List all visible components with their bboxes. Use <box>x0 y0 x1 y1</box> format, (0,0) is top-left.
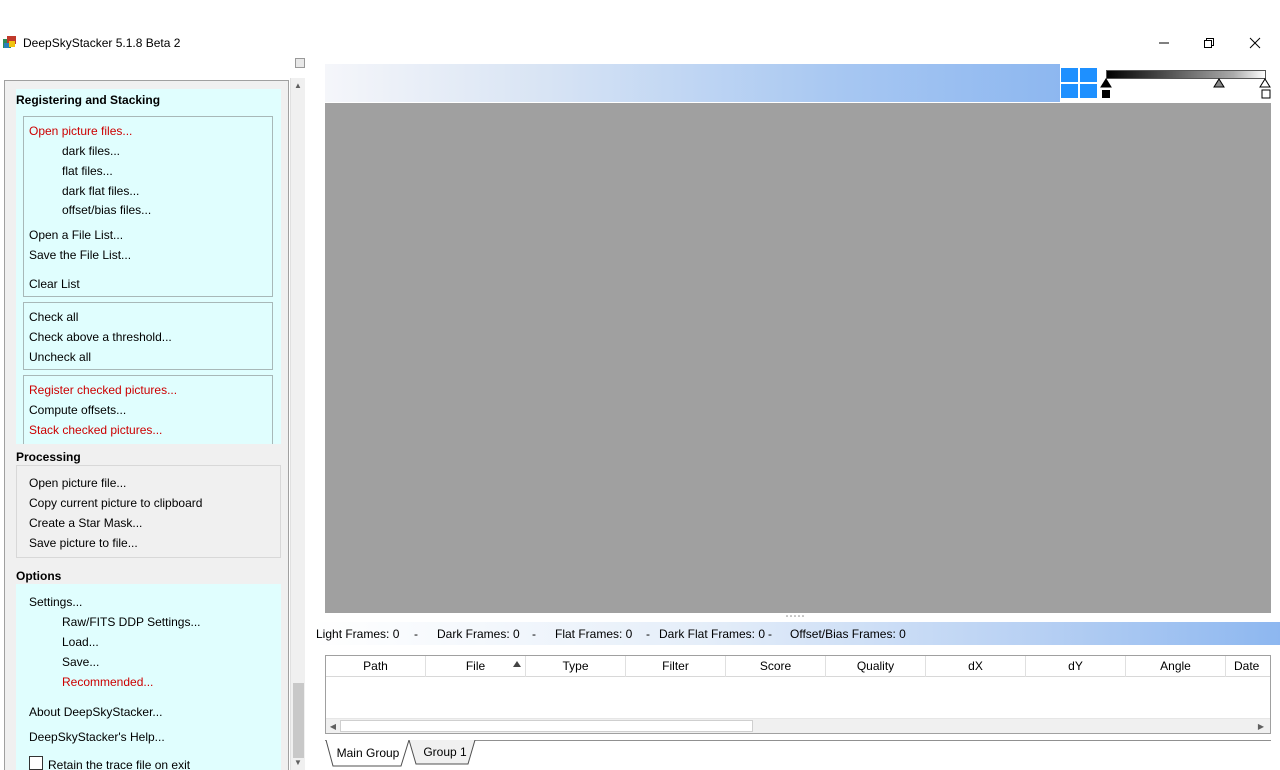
column-header-type[interactable]: Type <box>526 656 626 677</box>
clear-list-link[interactable]: Clear List <box>29 277 80 291</box>
copy-to-clipboard-link[interactable]: Copy current picture to clipboard <box>29 496 202 510</box>
compute-offsets-link[interactable]: Compute offsets... <box>29 403 126 417</box>
column-header-dy[interactable]: dY <box>1026 656 1126 677</box>
white-point-slider-icon <box>1259 78 1271 88</box>
left-panel: Registering and Stacking Open picture fi… <box>4 80 289 770</box>
black-point-marker-icon <box>1102 90 1110 98</box>
window-title: DeepSkyStacker 5.1.8 Beta 2 <box>23 36 181 50</box>
midpoint-slider-icon <box>1213 78 1225 88</box>
open-picture-file-link[interactable]: Open picture file... <box>29 476 126 490</box>
levels-sliders[interactable] <box>1100 78 1274 100</box>
splitter-handle[interactable] <box>785 614 805 618</box>
scroll-up-icon[interactable]: ▲ <box>293 81 303 90</box>
left-panel-scrollbar[interactable]: ▲ ▼ <box>290 78 305 770</box>
minimize-icon <box>1159 42 1169 43</box>
app-icon <box>3 36 16 48</box>
title-bar: DeepSkyStacker 5.1.8 Beta 2 <box>0 30 1280 55</box>
flat-files-link[interactable]: flat files... <box>62 164 113 178</box>
dark-files-link[interactable]: dark files... <box>62 144 120 158</box>
scroll-right-icon[interactable]: ▶ <box>1254 719 1268 733</box>
column-header-angle[interactable]: Angle <box>1126 656 1226 677</box>
black-point-slider-icon <box>1100 78 1112 88</box>
about-link[interactable]: About DeepSkyStacker... <box>29 705 162 719</box>
sort-ascending-icon <box>513 661 521 667</box>
register-checked-link[interactable]: Register checked pictures... <box>29 383 177 397</box>
dark-frames-count: Dark Frames: 0 <box>437 627 520 641</box>
create-star-mask-link[interactable]: Create a Star Mask... <box>29 516 142 530</box>
light-frames-count: Light Frames: 0 <box>316 627 400 641</box>
scroll-thumb[interactable] <box>340 720 753 732</box>
flat-frames-count: Flat Frames: 0 <box>555 627 633 641</box>
column-header-filter[interactable]: Filter <box>626 656 726 677</box>
stats-separator: - <box>414 627 418 641</box>
panel-pin-button[interactable] <box>295 58 305 68</box>
minimize-button[interactable] <box>1141 30 1187 55</box>
restore-icon <box>1204 37 1214 48</box>
retain-trace-label: Retain the trace file on exit <box>48 758 191 770</box>
open-file-list-link[interactable]: Open a File List... <box>29 228 123 242</box>
save-file-list-link[interactable]: Save the File List... <box>29 248 131 262</box>
stats-separator: - <box>646 627 650 641</box>
close-button[interactable] <box>1232 30 1278 55</box>
image-preview[interactable] <box>325 103 1271 613</box>
frame-stats-bar: Light Frames: 0 - Dark Frames: 0 - Flat … <box>313 622 1280 645</box>
dark-flat-files-link[interactable]: dark flat files... <box>62 184 139 198</box>
save-settings-link[interactable]: Save... <box>62 655 99 669</box>
check-threshold-link[interactable]: Check above a threshold... <box>29 330 172 344</box>
options-header: Options <box>16 569 62 583</box>
white-point-marker-icon <box>1261 89 1271 99</box>
restore-button[interactable] <box>1186 30 1232 55</box>
scroll-thumb[interactable] <box>293 683 304 758</box>
save-picture-link[interactable]: Save picture to file... <box>29 536 138 550</box>
column-header-quality[interactable]: Quality <box>826 656 926 677</box>
file-list-table[interactable]: Path File Type Filter Score Quality dX d… <box>325 655 1271 734</box>
four-panes-icon[interactable] <box>1061 68 1097 98</box>
check-all-link[interactable]: Check all <box>29 310 78 324</box>
settings-link[interactable]: Settings... <box>29 595 82 609</box>
registering-header: Registering and Stacking <box>16 93 161 107</box>
scroll-left-icon[interactable]: ◀ <box>326 719 340 733</box>
stack-checked-link[interactable]: Stack checked pictures... <box>29 423 162 437</box>
uncheck-all-link[interactable]: Uncheck all <box>29 350 91 364</box>
help-link[interactable]: DeepSkyStacker's Help... <box>29 730 165 744</box>
processing-header: Processing <box>16 450 81 464</box>
column-header-date[interactable]: Date <box>1226 656 1270 677</box>
offset-bias-frames-count: Offset/Bias Frames: 0 <box>790 627 906 641</box>
table-header: Path File Type Filter Score Quality dX d… <box>326 656 1270 677</box>
retain-trace-checkbox[interactable] <box>29 756 43 770</box>
scroll-down-icon[interactable]: ▼ <box>293 758 303 767</box>
close-icon <box>1249 37 1261 48</box>
raw-fits-settings-link[interactable]: Raw/FITS DDP Settings... <box>62 615 201 629</box>
tab-group-1[interactable]: Group 1 <box>414 740 476 766</box>
recommended-link[interactable]: Recommended... <box>62 675 153 689</box>
table-horizontal-scrollbar[interactable]: ◀ ▶ <box>326 718 1270 733</box>
column-header-file[interactable]: File <box>426 656 526 677</box>
offset-bias-files-link[interactable]: offset/bias files... <box>62 203 151 217</box>
stats-separator: - <box>532 627 536 641</box>
stats-separator: - <box>768 627 772 641</box>
column-header-score[interactable]: Score <box>726 656 826 677</box>
column-header-dx[interactable]: dX <box>926 656 1026 677</box>
dark-flat-frames-count: Dark Flat Frames: 0 <box>659 627 766 641</box>
column-header-path[interactable]: Path <box>326 656 426 677</box>
image-toolbar <box>325 64 1060 102</box>
tab-main-group[interactable]: Main Group <box>333 741 403 767</box>
load-settings-link[interactable]: Load... <box>62 635 99 649</box>
open-picture-files-link[interactable]: Open picture files... <box>29 124 132 138</box>
